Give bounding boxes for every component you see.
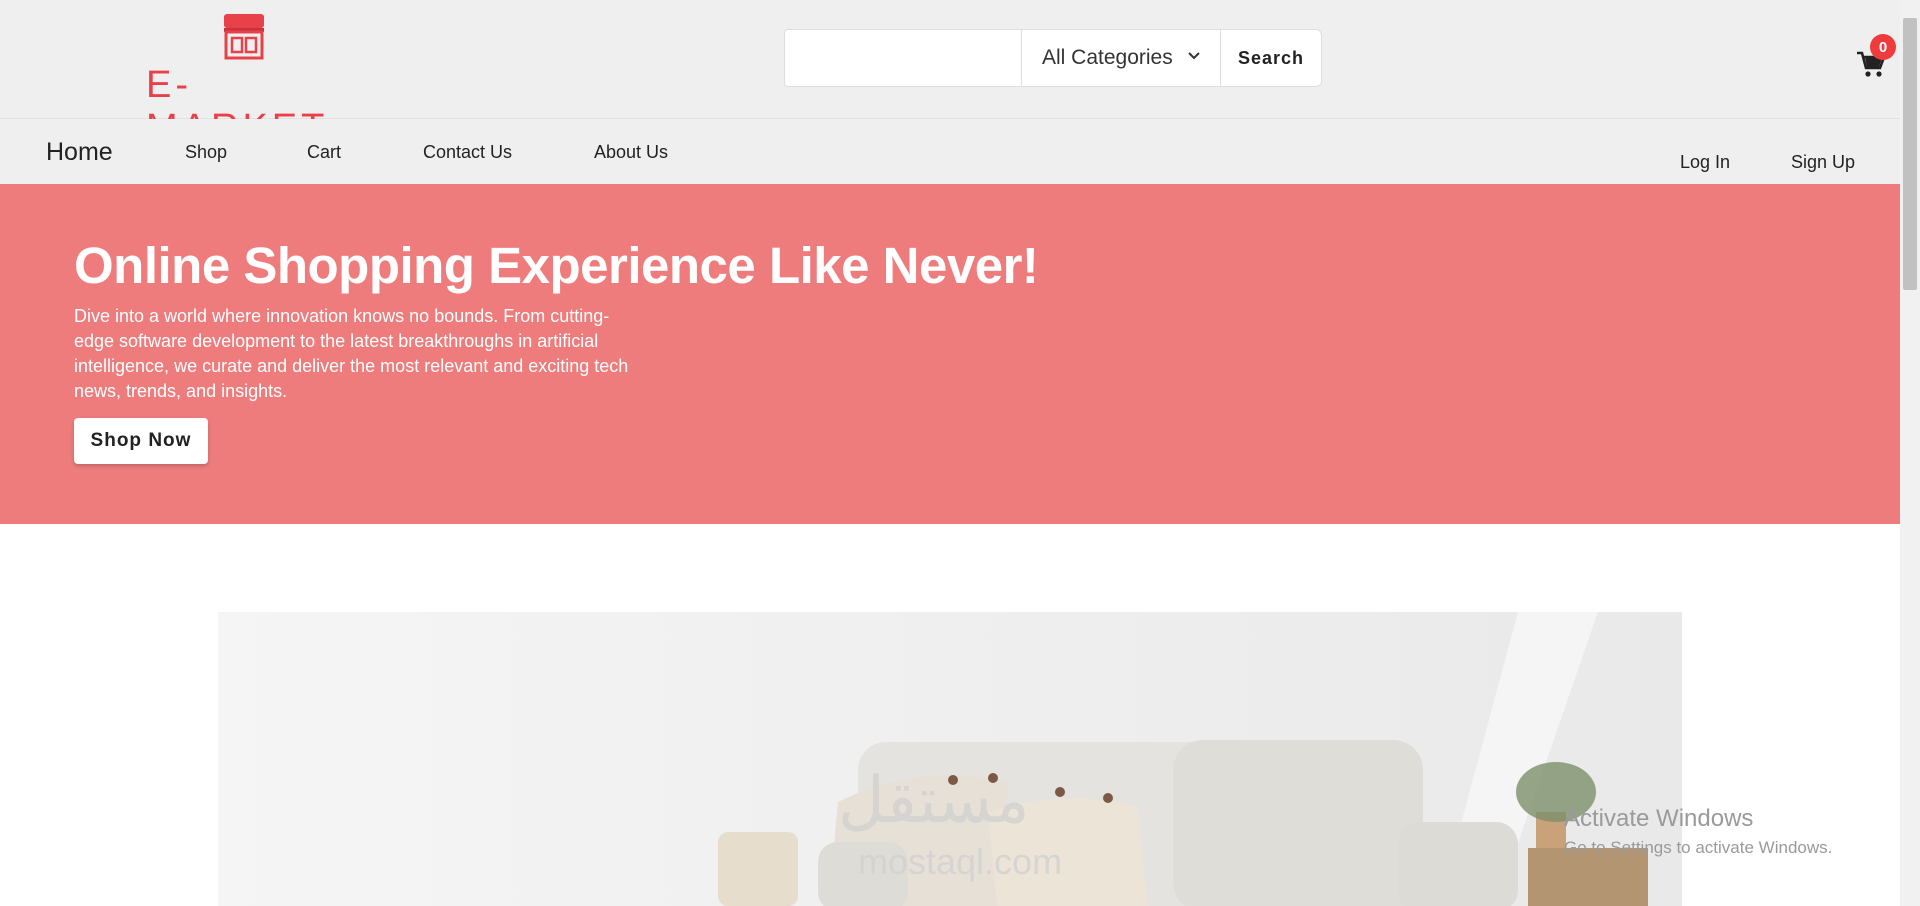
search-input[interactable]: [784, 29, 1022, 87]
signup-link[interactable]: Sign Up: [1791, 152, 1855, 173]
activate-windows-title: Activate Windows: [1564, 805, 1754, 832]
cart-count-badge: 0: [1870, 34, 1896, 60]
chevron-down-icon: [1188, 52, 1200, 60]
hero-description: Dive into a world where innovation knows…: [74, 306, 629, 401]
nav-item-home[interactable]: Home: [46, 138, 113, 167]
login-link[interactable]: Log In: [1680, 152, 1730, 173]
scrollbar-thumb[interactable]: [1903, 18, 1917, 290]
hero-banner: Online Shopping Experience Like Never! D…: [0, 184, 1900, 524]
category-select-value: All Categories: [1042, 46, 1173, 69]
search-button[interactable]: Search: [1221, 29, 1322, 87]
store-icon: [224, 14, 264, 60]
search-bar: All Categories Search: [784, 29, 1322, 87]
sofa-scene: مستقل mostaql.com: [218, 612, 1682, 906]
activate-windows-subtitle: Go to Settings to activate Windows.: [1564, 838, 1833, 857]
hero-product-image: مستقل mostaql.com: [218, 612, 1682, 906]
nav-item-cart[interactable]: Cart: [307, 142, 341, 163]
category-select[interactable]: All Categories: [1022, 29, 1221, 87]
watermark-arabic: مستقل: [838, 764, 1030, 838]
watermark-text: mostaql.com: [858, 841, 1062, 882]
nav-item-shop[interactable]: Shop: [185, 142, 227, 163]
main-nav: Home Shop Cart Contact Us About Us Log I…: [0, 119, 1900, 184]
logo[interactable]: E-MARKET: [146, 14, 346, 149]
nav-item-about[interactable]: About Us: [594, 142, 668, 163]
shop-now-button[interactable]: Shop Now: [74, 418, 208, 464]
hero-title: Online Shopping Experience Like Never!: [74, 237, 1039, 294]
header: E-MARKET All Categories Search 0: [0, 0, 1900, 149]
nav-item-contact[interactable]: Contact Us: [423, 142, 512, 163]
